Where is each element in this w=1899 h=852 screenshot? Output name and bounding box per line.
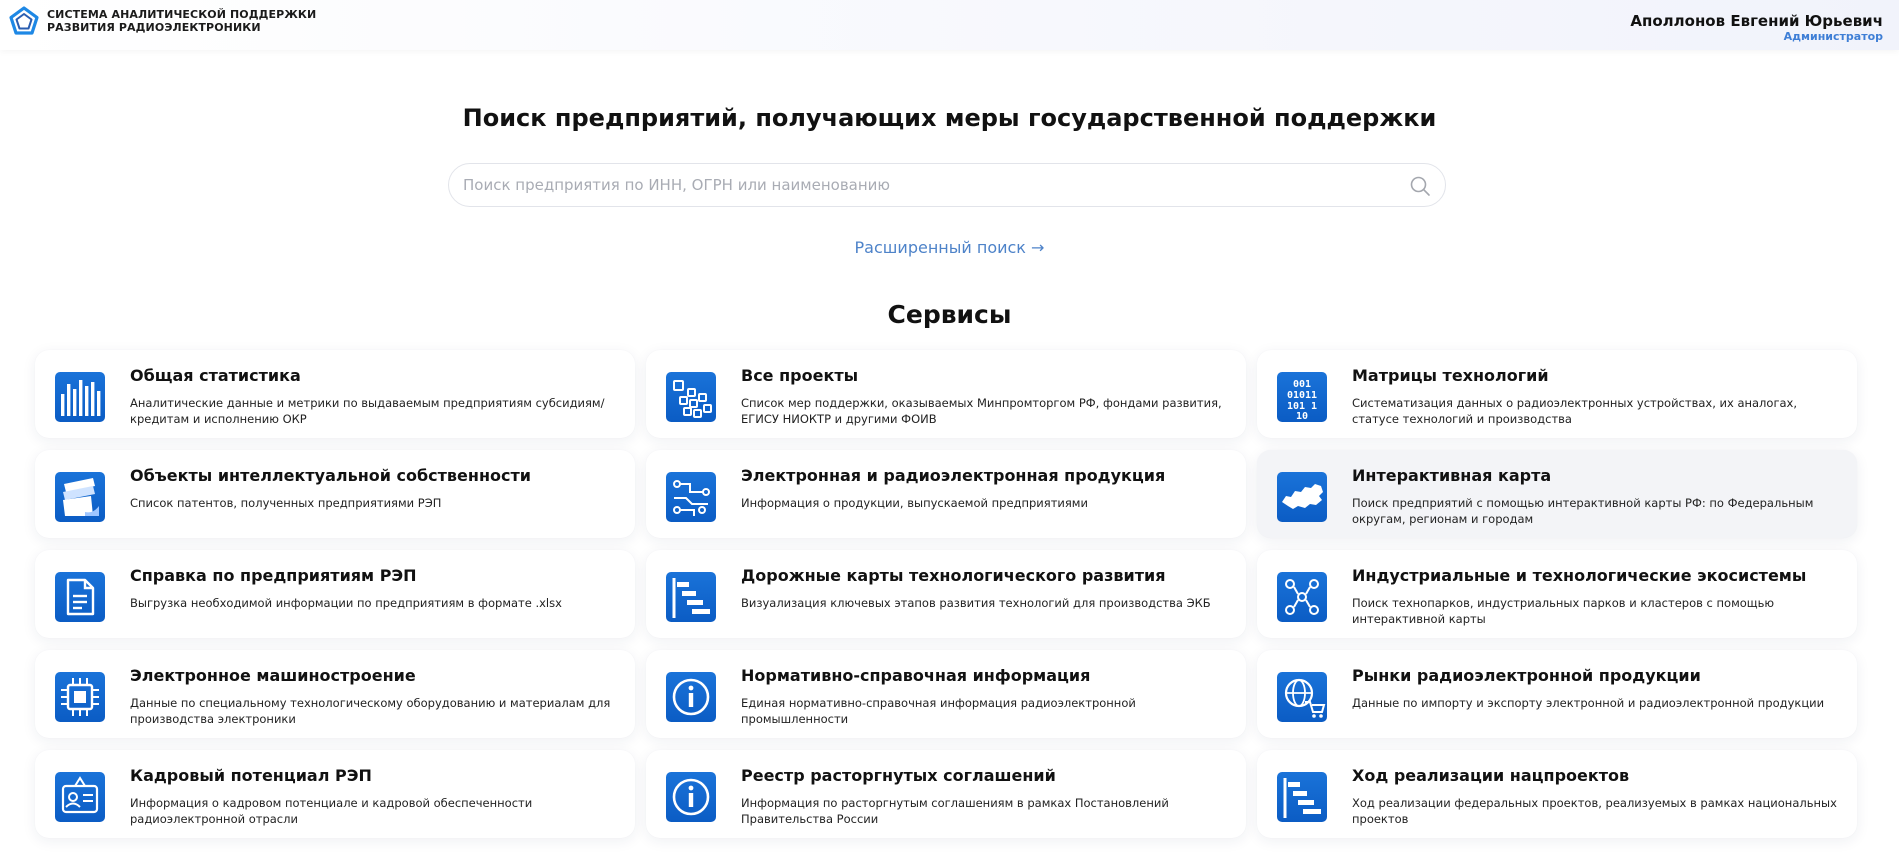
gantt-icon (666, 572, 716, 622)
globe-cart-icon (1277, 672, 1327, 722)
service-card-title: Все проекты (741, 366, 859, 385)
service-card[interactable]: Дорожные карты технологического развития… (646, 550, 1246, 638)
service-card[interactable]: Общая статистика Аналитические данные и м… (35, 350, 635, 438)
service-card[interactable]: Ход реализации нацпроектов Ход реализации… (1257, 750, 1857, 838)
service-card[interactable]: Электронное машиностроение Данные по спец… (35, 650, 635, 738)
service-card-title: Общая статистика (130, 366, 301, 385)
bar-chart-icon (55, 372, 105, 422)
grid-blocks-icon (666, 372, 716, 422)
service-card[interactable]: Реестр расторгнутых соглашений Информация… (646, 750, 1246, 838)
advanced-search-link[interactable]: Расширенный поиск → (0, 238, 1899, 257)
logo-line-2: РАЗВИТИЯ РАДИОЭЛЕКТРОНИКИ (47, 21, 261, 34)
service-card-title: Электронное машиностроение (130, 666, 416, 685)
service-card-title: Справка по предприятиям РЭП (130, 566, 417, 585)
service-card[interactable]: Электронная и радиоэлектронная продукция… (646, 450, 1246, 538)
pentagon-logo-icon[interactable] (8, 6, 40, 38)
service-card-title: Дорожные карты технологического развития (741, 566, 1166, 585)
top-header: СИСТЕМА АНАЛИТИЧЕСКОЙ ПОДДЕРЖКИ РАЗВИТИЯ… (0, 0, 1899, 50)
service-card-description: Поиск предприятий с помощью интерактивно… (1352, 496, 1814, 526)
service-card-title: Реестр расторгнутых соглашений (741, 766, 1056, 785)
service-card-title: Нормативно-справочная информация (741, 666, 1091, 685)
service-card-description: Данные по импорту и экспорту электронной… (1352, 696, 1825, 710)
services-heading: Сервисы (887, 300, 1012, 329)
service-card-title: Интерактивная карта (1352, 466, 1552, 485)
service-card[interactable]: Рынки радиоэлектронной продукции Данные п… (1257, 650, 1857, 738)
service-card-description: Данные по специальному технологическому … (130, 696, 611, 726)
user-name[interactable]: Аполлонов Евгений Юрьевич (1630, 12, 1883, 30)
chip-icon (55, 672, 105, 722)
service-card-title: Рынки радиоэлектронной продукции (1352, 666, 1701, 685)
service-card[interactable]: Нормативно-справочная информация Единая н… (646, 650, 1246, 738)
circuit-icon (666, 472, 716, 522)
service-card[interactable]: Все проекты Список мер поддержки, оказыва… (646, 350, 1246, 438)
service-card[interactable]: Индустриальные и технологические экосист… (1257, 550, 1857, 638)
gantt-icon (1277, 772, 1327, 822)
svg-text:01011: 01011 (1287, 390, 1317, 401)
documents-stack-icon (55, 472, 105, 522)
service-card-description: Информация о кадровом потенциале и кадро… (130, 796, 533, 826)
service-card-description: Единая нормативно-справочная информация … (741, 696, 1136, 726)
service-card[interactable]: Кадровый потенциал РЭП Информация о кадро… (35, 750, 635, 838)
id-badge-icon (55, 772, 105, 822)
info-icon (666, 772, 716, 822)
russia-map-icon (1277, 472, 1327, 522)
search-box (448, 163, 1446, 207)
service-card-description: Визуализация ключевых этапов развития те… (741, 596, 1211, 610)
network-people-icon (1277, 572, 1327, 622)
app-logo-text[interactable]: СИСТЕМА АНАЛИТИЧЕСКОЙ ПОДДЕРЖКИ РАЗВИТИЯ… (47, 8, 316, 34)
service-card-title: Ход реализации нацпроектов (1352, 766, 1630, 785)
search-input[interactable] (463, 164, 1393, 206)
service-card-title: Индустриальные и технологические экосист… (1352, 566, 1807, 585)
service-card-title: Кадровый потенциал РЭП (130, 766, 372, 785)
service-card-description: Информация по расторгнутым соглашениям в… (741, 796, 1169, 826)
page-title: Поиск предприятий, получающих меры госуд… (462, 104, 1437, 132)
svg-text:10: 10 (1296, 411, 1308, 422)
service-card-description: Поиск технопарков, индустриальных парков… (1352, 596, 1775, 626)
service-card-title: Электронная и радиоэлектронная продукция (741, 466, 1166, 485)
service-card-description: Список патентов, полученных предприятиям… (130, 496, 442, 510)
svg-text:001: 001 (1293, 379, 1311, 390)
document-icon (55, 572, 105, 622)
info-icon (666, 672, 716, 722)
service-card[interactable]: 001 01011 101 1 10 Матрицы технологий Система… (1257, 350, 1857, 438)
service-card-description: Выгрузка необходимой информации по предп… (130, 596, 562, 610)
service-card[interactable]: Справка по предприятиям РЭП Выгрузка необ… (35, 550, 635, 638)
logo-line-1: СИСТЕМА АНАЛИТИЧЕСКОЙ ПОДДЕРЖКИ (47, 8, 317, 21)
binary-matrix-icon: 00101011101 110 (1277, 372, 1327, 422)
service-card-description: Список мер поддержки, оказываемых Минпро… (741, 396, 1222, 426)
service-card-description: Аналитические данные и метрики по выдава… (130, 396, 605, 426)
user-role: Администратор (1783, 30, 1883, 43)
service-card-description: Систематизация данных о радиоэлектронных… (1352, 396, 1797, 426)
search-icon[interactable] (1409, 175, 1431, 197)
service-card[interactable]: Объекты интеллектуальной собственности Сп… (35, 450, 635, 538)
service-card-title: Объекты интеллектуальной собственности (130, 466, 531, 485)
service-card-description: Ход реализации федеральных проектов, реа… (1352, 796, 1837, 826)
service-card-title: Матрицы технологий (1352, 366, 1549, 385)
service-card[interactable]: Интерактивная карта Поиск предприятий с п… (1257, 450, 1857, 538)
service-card-description: Информация о продукции, выпускаемой пред… (741, 496, 1088, 510)
